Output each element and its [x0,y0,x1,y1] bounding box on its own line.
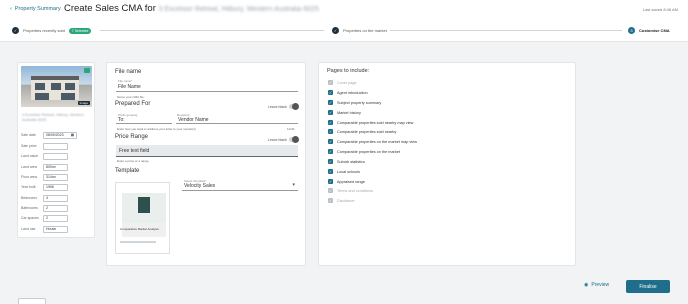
field-row: Sale price [21,142,91,150]
stepper: ✓ Properties recently sold 7 Selected ✓ … [0,20,688,42]
price-range-input[interactable]: Free text field [116,145,298,157]
back-link-label: Property Summary [14,6,61,12]
bedrooms-input[interactable]: 4 [43,194,68,202]
checkbox[interactable]: ✓ [328,169,333,174]
page-title-address: 3 Excelsior Retreat, Hilbury, Western Au… [158,6,319,13]
checkbox[interactable]: ✓ [328,159,333,164]
eye-icon: ◉ [584,282,589,288]
checkbox[interactable]: ✓ [328,90,333,95]
property-image: Image [21,66,92,107]
page-option-market-history[interactable]: ✓ Market history [328,110,361,115]
prepared-leave-blank-toggle[interactable]: Leave blank [268,103,299,110]
calendar-icon[interactable]: ▦ [71,133,74,137]
recipient-input[interactable]: Vendor Name [176,115,298,124]
finalise-button[interactable]: Finalise [626,280,670,293]
template-select[interactable]: Velocity Sales ▾ [182,181,298,191]
file-name-title: File name [115,69,142,75]
last-saved-text: Last saved 8:46 AM [642,7,678,12]
field-row: Car spaces 2 [21,214,91,222]
checkbox: ✓ [328,188,333,193]
house-graphic [31,76,79,100]
page-option-disclaimer: ✓ Disclaimer [328,198,355,203]
land-use-input[interactable]: House [43,225,68,233]
page-option-sold-map[interactable]: ✓ Comparable properties sold nearby map v… [328,120,413,125]
price-leave-blank-toggle[interactable]: Leave blank [268,136,299,143]
step-1[interactable]: ✓ Properties recently sold 7 Selected [12,27,92,34]
toggle-switch[interactable] [288,103,299,110]
back-link[interactable]: ‹ Property Summary [10,6,61,12]
checkbox[interactable]: ✓ [328,149,333,154]
page-title: Create Sales CMA for 3 Excelsior Retreat… [64,3,319,14]
image-tag: Image [77,101,90,105]
back-button[interactable] [18,298,46,304]
price-range-title: Price Range [115,134,149,140]
top-bar: ‹ Property Summary Create Sales CMA for … [0,0,688,20]
year-built-input[interactable]: 1996 [43,183,68,191]
checkbox[interactable]: ✓ [328,100,333,105]
property-card: Image 3 Excelsior Retreat, Hilbury, West… [17,62,95,238]
floor-area-input[interactable]: 314m² [43,173,68,181]
car-spaces-input[interactable]: 2 [43,214,68,222]
check-icon: ✓ [332,27,339,34]
checkbox[interactable]: ✓ [328,110,333,115]
checkbox[interactable]: ✓ [328,129,333,134]
step-connector [100,30,324,31]
step-3[interactable]: 3 Customise CMA [628,27,670,34]
chevron-left-icon: ‹ [10,6,12,12]
check-icon: ✓ [12,27,19,34]
image-icon[interactable] [84,68,90,73]
step-2[interactable]: ✓ Properties on the market [332,27,387,34]
page-option-market[interactable]: ✓ Comparable properties on the market [328,149,400,154]
field-row: Land use House [21,225,91,233]
selected-badge: 7 Selected [68,27,92,34]
step-connector [390,30,622,31]
char-count: 11/40 [287,127,295,131]
field-row: Floor area 314m² [21,173,91,181]
field-row: Land value [21,152,91,160]
land-area-input[interactable]: 800m² [43,163,68,171]
template-thumbnail[interactable]: Comparative Market Analysis [115,182,170,254]
file-name-input[interactable]: File Name [116,82,298,92]
page-option-agent[interactable]: ✓ Agent introduction [328,90,368,95]
page-option-terms: ✓ Terms and conditions [328,188,373,193]
checkbox[interactable]: ✓ [328,120,333,125]
field-row: Bedrooms 4 [21,194,91,202]
step-number: 3 [628,27,635,34]
page-option-cover: ✓ Cover page [328,80,357,85]
prefix-greeting-input[interactable]: To: [116,115,172,124]
field-row: Bathrooms 2 [21,204,91,212]
checkbox[interactable]: ✓ [328,179,333,184]
sale-price-input[interactable] [43,142,68,150]
page-option-suburb[interactable]: ✓ Suburb statistics [328,159,365,164]
sale-date-input[interactable]: 08/09/2023 ▦ [43,131,77,139]
field-row: Sale date 08/09/2023 ▦ [21,131,91,139]
template-title: Template [115,168,140,174]
checkbox[interactable]: ✓ [328,139,333,144]
page-option-market-map[interactable]: ✓ Comparable properties on the market map… [328,139,417,144]
pages-title: Pages to include: [327,68,370,74]
bathrooms-input[interactable]: 2 [43,204,68,212]
checkbox: ✓ [328,198,333,203]
toggle-switch[interactable] [288,136,299,143]
field-row: Year built 1996 [21,183,91,191]
land-value-input[interactable] [43,152,68,160]
field-row: Land area 800m² [21,163,91,171]
page-option-sold[interactable]: ✓ Comparable properties sold nearby [328,129,396,134]
dropdown-arrow-icon: ▾ [292,182,295,188]
page-option-schools[interactable]: ✓ Local schools [328,169,360,174]
property-address: 3 Excelsior Retreat, Hilbury, Western Au… [22,113,84,122]
prepared-for-title: Prepared For [115,101,151,107]
page-option-subject[interactable]: ✓ Subject property summary [328,100,381,105]
checkbox: ✓ [328,80,333,85]
page-option-appraised[interactable]: ✓ Appraised range [328,179,365,184]
preview-button[interactable]: ◉ Preview [584,282,609,288]
